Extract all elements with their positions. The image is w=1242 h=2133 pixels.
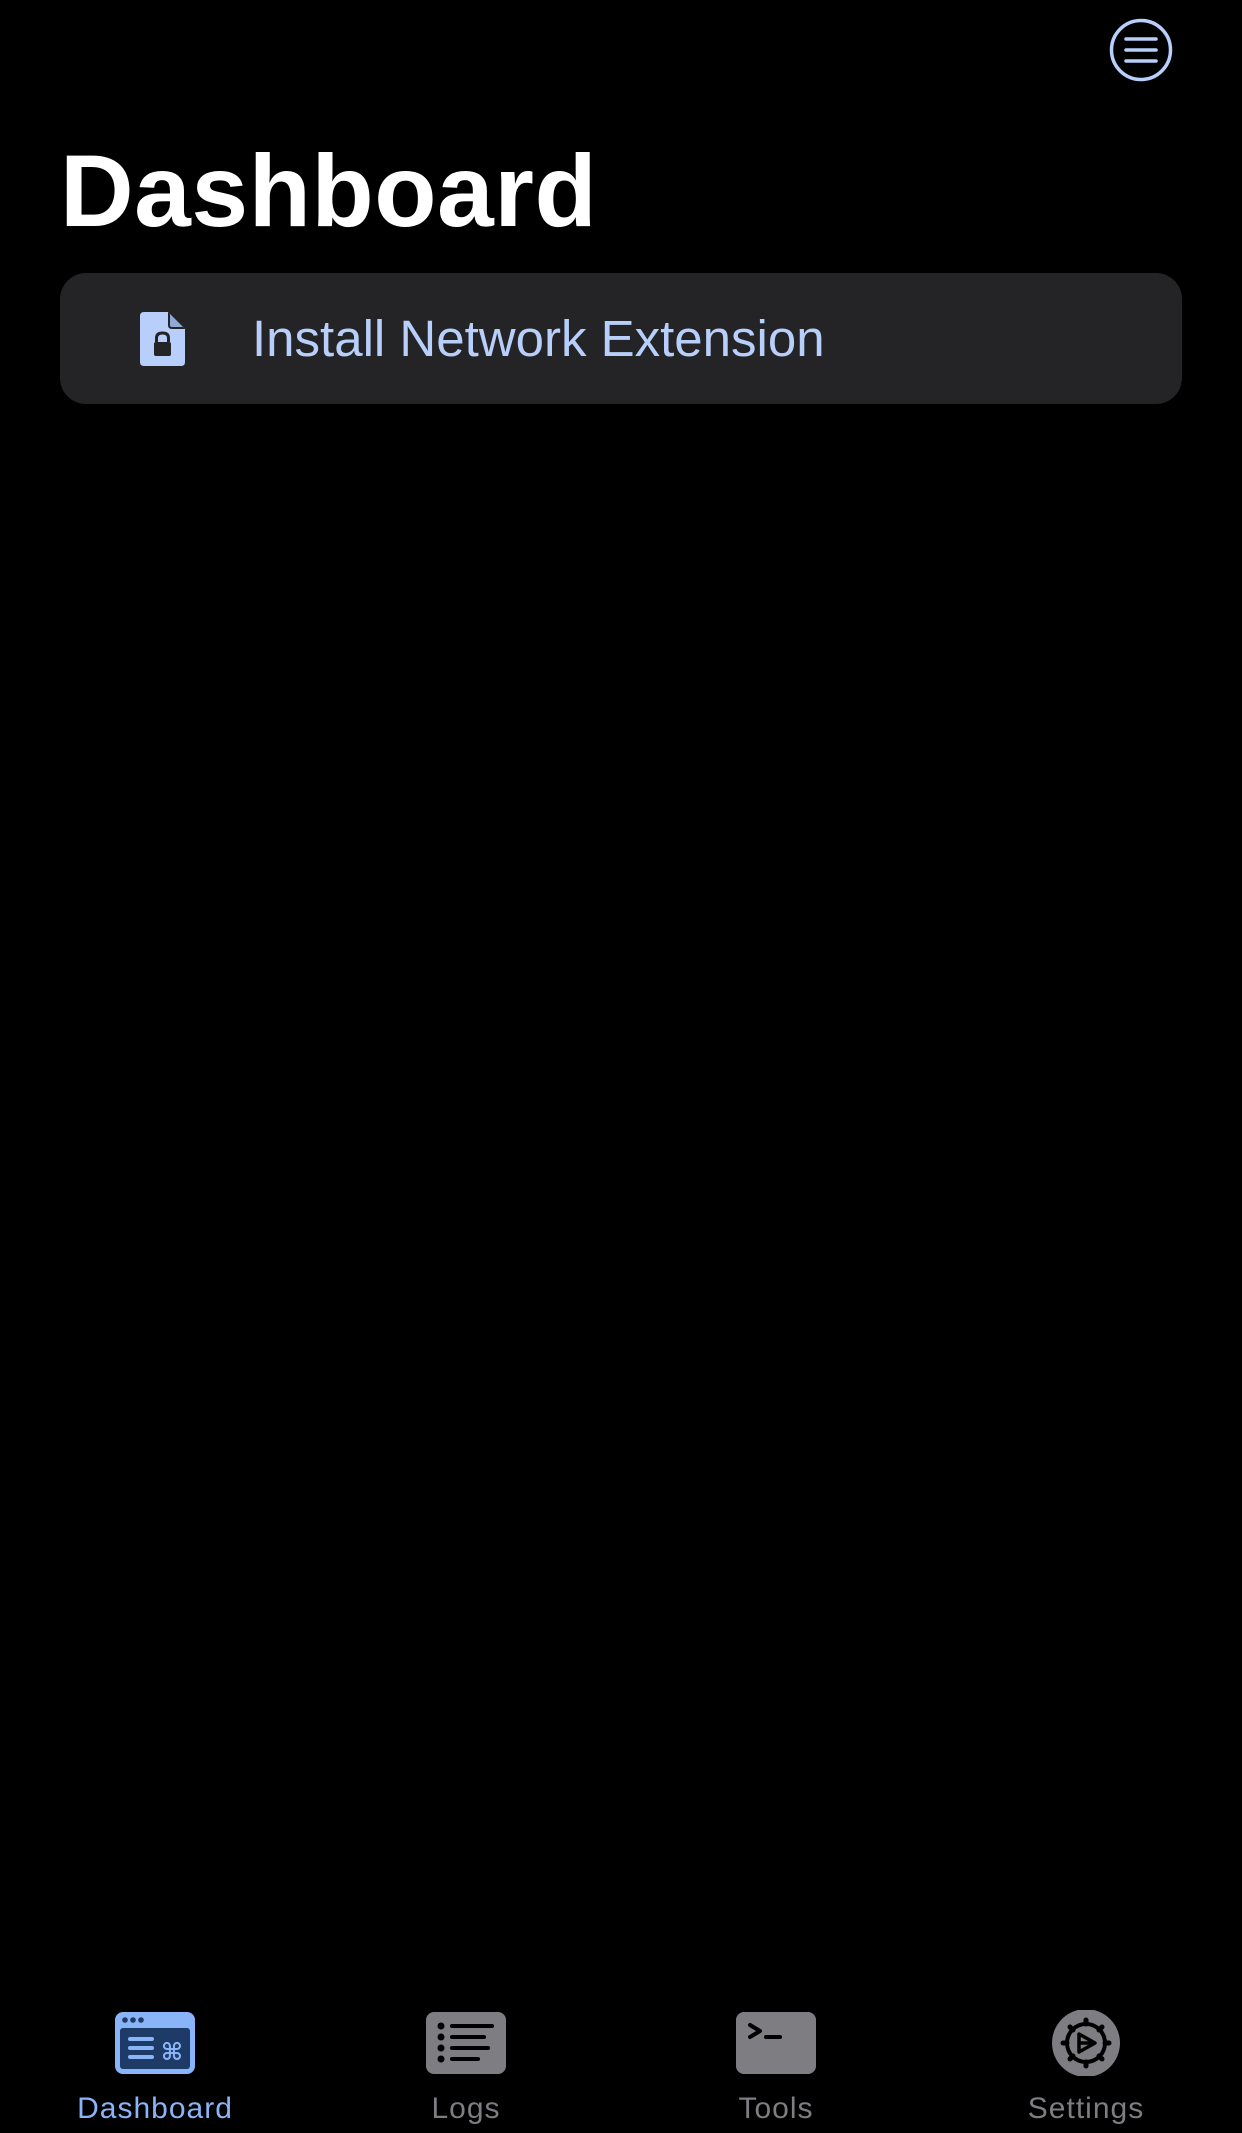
dashboard-window-icon: ⌘ [115, 2010, 195, 2076]
tab-label: Settings [1027, 2092, 1145, 2125]
tab-label: Tools [738, 2092, 814, 2125]
tab-settings[interactable]: Settings [966, 1990, 1206, 2133]
tab-logs[interactable]: Logs [346, 1990, 586, 2133]
action-label: Install Network Extension [252, 310, 825, 367]
tab-bar: ⌘ Dashboard Logs Tools Settings [0, 1990, 1242, 2133]
page-title: Dashboard [60, 134, 598, 248]
tab-dashboard[interactable]: ⌘ Dashboard [35, 1990, 275, 2133]
svg-text:⌘: ⌘ [161, 2038, 183, 2066]
terminal-icon [736, 2010, 816, 2076]
gear-icon [1046, 2010, 1126, 2076]
list-circle-icon [1109, 18, 1173, 82]
install-network-extension-button[interactable]: Install Network Extension [60, 273, 1182, 404]
lock-document-icon [140, 312, 185, 366]
tab-label: Dashboard [77, 2092, 233, 2125]
list-bullet-icon [426, 2010, 506, 2076]
menu-button[interactable] [1109, 18, 1173, 82]
tab-tools[interactable]: Tools [656, 1990, 896, 2133]
tab-label: Logs [431, 2092, 501, 2125]
